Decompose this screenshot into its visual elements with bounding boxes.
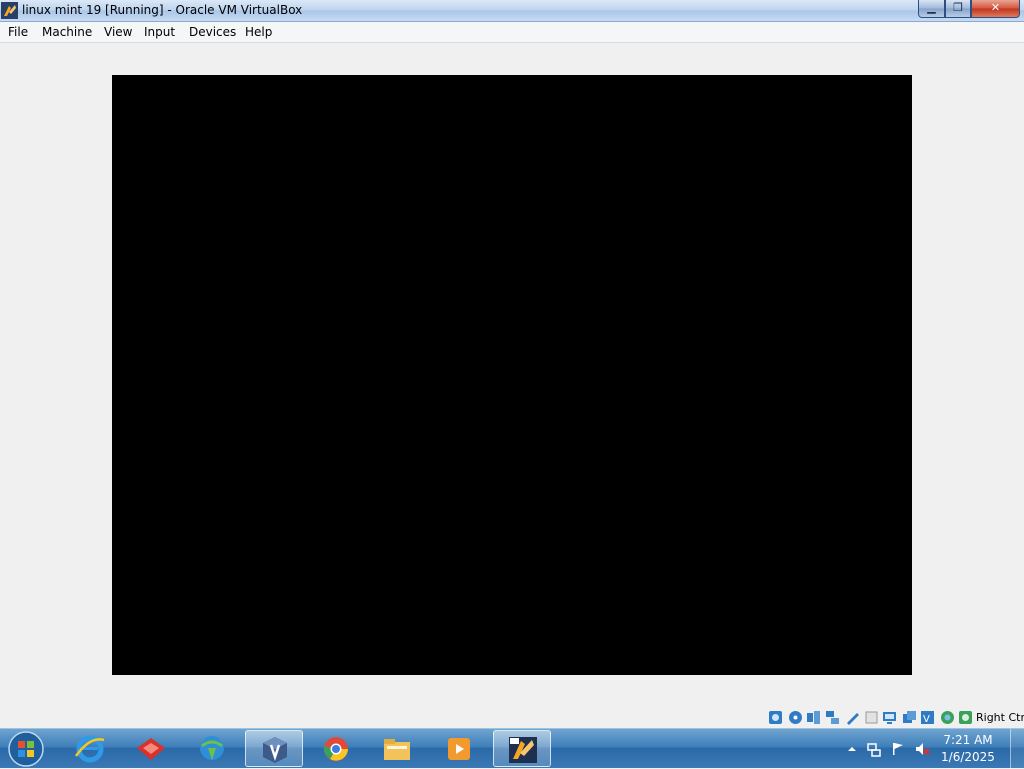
display-icon[interactable] [882,710,897,725]
menu-help[interactable]: Help [245,25,272,40]
clock-time[interactable]: 7:21 AM [930,733,1006,748]
start-button[interactable] [6,730,46,768]
virtualbox-app-icon [1,2,18,19]
usb-icon[interactable] [845,710,860,725]
chrome-icon [323,737,348,761]
network-icon[interactable] [825,710,840,725]
network-icon[interactable] [866,741,882,757]
show-hidden-icons-icon[interactable] [844,741,860,757]
file-explorer-icon [384,739,410,760]
hard-disk-icon[interactable] [768,710,783,725]
audio-icon[interactable] [806,710,821,725]
menu-bar: File Machine View Input Devices Help [0,22,1024,43]
volume-muted-icon[interactable] [914,741,930,757]
title-bar[interactable]: linux mint 19 [Running] - Oracle VM Virt… [0,0,1024,22]
video-capture-icon[interactable] [902,710,917,725]
taskbar-virtualbox-vm[interactable] [493,730,551,767]
close-button[interactable]: ✕ [971,0,1020,18]
app-red-icon [137,738,165,760]
taskbar: 7:21 AM 1/6/2025 [0,728,1024,769]
menu-machine[interactable]: Machine [42,25,92,40]
menu-devices[interactable]: Devices [189,25,236,40]
restore-button[interactable]: ❐ [945,0,971,18]
mouse-integration-icon[interactable] [940,710,955,725]
minimize-button[interactable]: ▁ [918,0,945,18]
svg-text:V: V [923,714,930,725]
menu-view[interactable]: View [104,25,132,40]
taskbar-file-explorer[interactable] [368,730,426,767]
media-player-icon [448,738,470,760]
clock-date[interactable]: 1/6/2025 [930,750,1006,765]
shared-folders-icon[interactable] [864,710,879,725]
show-desktop-button[interactable] [1010,729,1024,769]
vm-display[interactable] [112,75,912,675]
internet-download-manager-icon [200,736,224,760]
host-key-icon[interactable] [958,710,973,725]
taskbar-chrome[interactable] [307,730,365,767]
menu-input[interactable]: Input [144,25,175,40]
internet-explorer-icon [74,735,105,763]
taskbar-virtualbox[interactable] [245,730,303,767]
virtualbox-icon [263,737,287,763]
virtualization-icon[interactable]: V [920,710,935,725]
status-bar: V Right Ctrl [0,708,1024,728]
menu-file[interactable]: File [8,25,28,40]
taskbar-internet-explorer[interactable] [61,730,119,767]
taskbar-app-red[interactable] [122,730,180,767]
optical-drive-icon[interactable] [788,710,803,725]
host-key-label: Right Ctrl [976,711,1024,724]
taskbar-media-player[interactable] [430,730,488,767]
window-title: linux mint 19 [Running] - Oracle VM Virt… [22,3,303,17]
taskbar-internet-download-manager[interactable] [183,730,241,767]
action-center-flag-icon[interactable] [890,741,906,757]
virtualbox-vm-icon [509,737,537,763]
